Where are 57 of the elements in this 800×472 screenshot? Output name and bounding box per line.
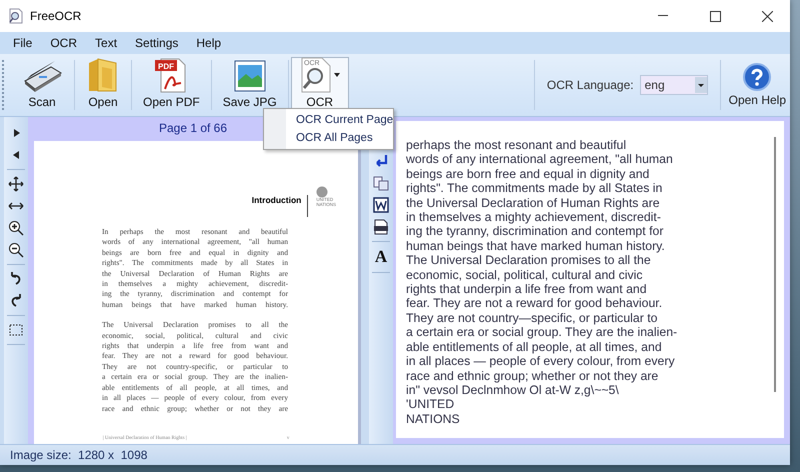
ocr-text-line: rights". The commitments made by all States in <box>406 181 664 196</box>
ocr-text-line: fear. They are not a reward for good behaviour. <box>406 296 664 311</box>
menu-item[interactable]: OCR <box>41 36 86 50</box>
ocr-text-line: ing the tyranny, discrimination and contempt for <box>406 224 664 239</box>
ocr-text-line: perhaps the most resonant and beautiful <box>406 138 628 152</box>
window-title: FreeOCR <box>30 9 82 23</box>
menu-item[interactable]: Settings <box>126 36 188 50</box>
minimize-icon <box>658 15 668 17</box>
document-heading: Introduction <box>252 195 308 217</box>
language-dropdown[interactable]: eng <box>640 75 708 95</box>
word-document-icon[interactable] <box>373 197 389 213</box>
ocr-text-line: in" vevsol Declnmhow Ol at-W z,g\~~5\ <box>406 382 620 398</box>
ocr-text-line: The Universal Declaration promises to all the <box>406 253 652 268</box>
selection-icon[interactable] <box>8 322 24 338</box>
zoom-out-icon[interactable] <box>8 242 24 258</box>
ocr-text-line: NATIONS <box>406 412 461 426</box>
ocr-text-line: words of any international agreement, "all human <box>406 152 674 167</box>
emblem-icon <box>316 186 328 198</box>
magnifier-document-icon <box>8 8 24 24</box>
ocr-text-line: the Universal Declaration of Human Rights are <box>406 196 661 210</box>
font-button[interactable]: A <box>374 248 388 266</box>
caret-icon <box>694 77 707 93</box>
ocr-text-line: human beings that have marked human history. <box>406 238 666 254</box>
menu-gutter <box>264 109 286 149</box>
language-label: OCR Language: <box>546 78 634 92</box>
ocr-text-line: in themselves a mighty achievement, discredit- <box>406 210 662 224</box>
ocr-text-area[interactable] <box>396 121 784 438</box>
menu-item[interactable]: File <box>4 36 42 50</box>
close-icon <box>762 10 772 22</box>
ocr-text-line: 'UNITED <box>406 397 456 412</box>
ocr-text-line: a certain era or social group. They are the inalien- <box>406 325 678 340</box>
move-icon[interactable] <box>8 176 24 192</box>
text-document-icon[interactable] <box>373 219 389 235</box>
toolbar-button[interactable]: PDF Open PDF <box>134 54 209 116</box>
status-text: Image size: 1280 x 1098 <box>0 444 790 465</box>
ocr-text-line: rights that underpin a life free from want and <box>406 282 648 296</box>
menu-item[interactable]: Text <box>86 36 126 50</box>
caret-icon <box>334 73 340 77</box>
menu-item[interactable]: Help <box>187 36 230 50</box>
ocr-text-line: race and ethnic group; whether or not they are <box>406 368 660 383</box>
zoom-in-icon[interactable] <box>8 220 24 236</box>
toolbar-button[interactable]: Open <box>77 54 129 116</box>
ocr-text-line: economic, social, political, cultural and civic <box>406 268 644 282</box>
picture-icon <box>234 59 266 93</box>
ocr-text-line: in all places — people of every colour, from every <box>406 354 676 368</box>
ocr-text-line: beings are born free and equal in dignity and <box>406 166 650 182</box>
page-indicator: Page 1 of 66 <box>158 121 228 135</box>
toolbar-button[interactable]: Scan <box>12 54 72 116</box>
scrollbar[interactable] <box>774 137 776 392</box>
help-button[interactable]: Open Help <box>722 54 790 116</box>
maximize-icon <box>710 10 720 22</box>
question-mark-icon <box>743 63 772 91</box>
copy-icon[interactable] <box>373 175 389 191</box>
return-arrow-icon[interactable] <box>373 153 389 169</box>
menu-item[interactable]: OCR All Pages <box>264 129 394 147</box>
ocr-text-line: able entitlements of all people, at all times, and <box>406 340 663 354</box>
ocr-text-line: They are not country—specific, or particular to <box>406 310 659 326</box>
